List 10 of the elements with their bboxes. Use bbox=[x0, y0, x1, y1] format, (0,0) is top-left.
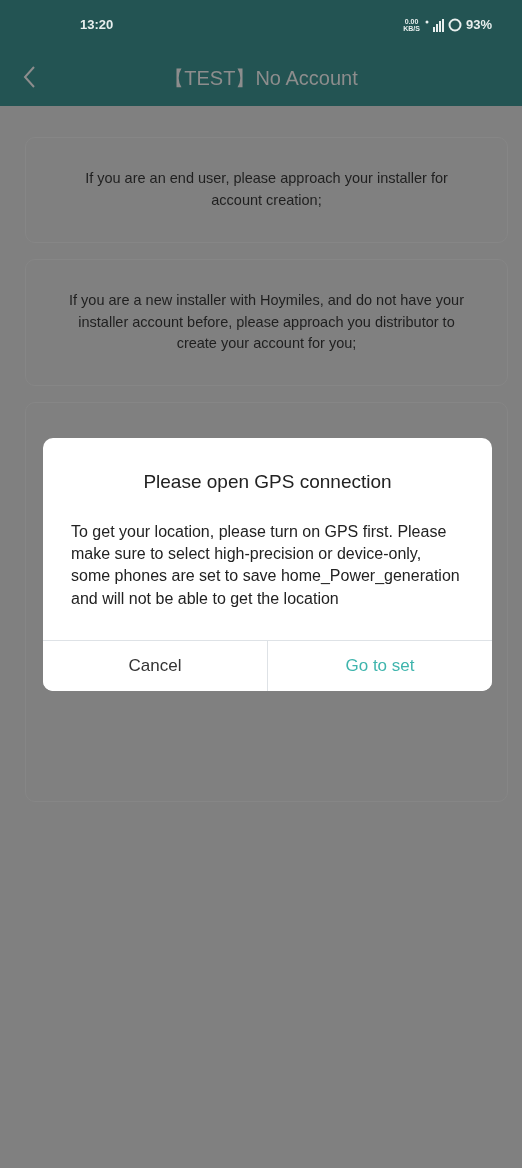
battery-level: 93% bbox=[465, 16, 492, 35]
info-text: If you are a new installer with Hoymiles, and do not have your installer account before, please approach you distributor to create your account for you; bbox=[68, 290, 465, 354]
back-button[interactable] bbox=[22, 64, 36, 89]
info-text: If you are an end user, please approach your installer for account creation; bbox=[84, 169, 449, 210]
dialog-title: Please open GPS connection bbox=[142, 470, 393, 494]
signal-icon bbox=[423, 18, 444, 32]
page-title: 【TEST】No Account bbox=[164, 66, 358, 91]
status-time: 13:20 bbox=[80, 16, 114, 35]
battery-icon bbox=[447, 18, 462, 32]
dialog-message: To get your location, please turn on GPS first. Please make sure to select high-precision or device-only, some phones are set to save home_Power_generation and will not be able to get the location bbox=[70, 521, 461, 609]
